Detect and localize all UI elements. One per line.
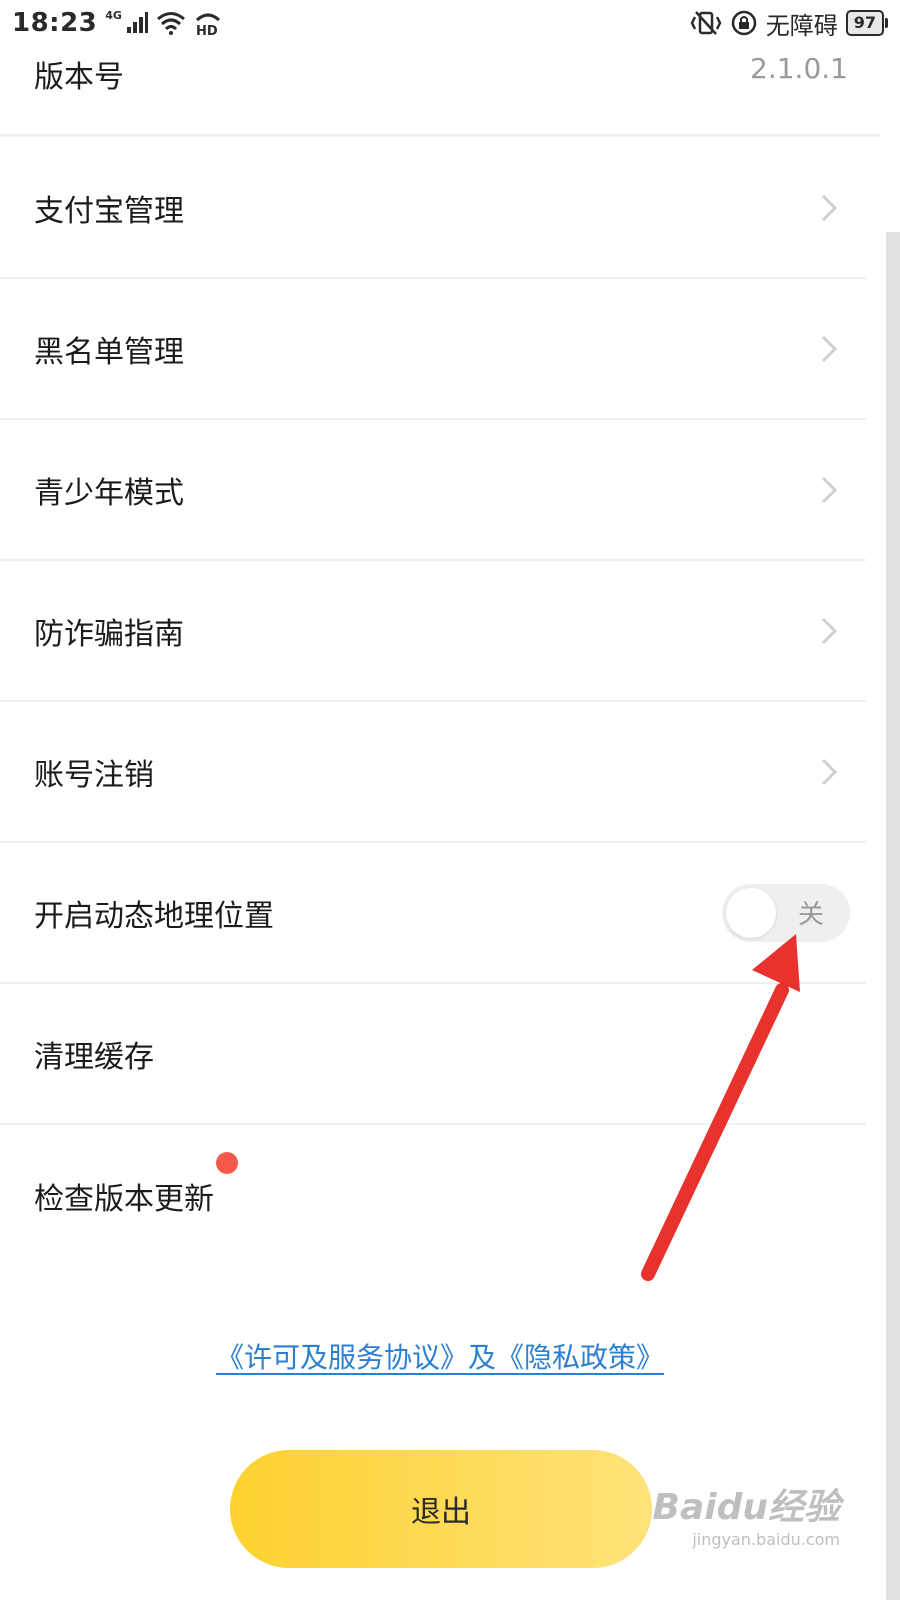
divider xyxy=(0,134,880,137)
setting-label: 账号注销 xyxy=(34,757,154,793)
setting-label: 检查版本更新 xyxy=(34,1181,214,1217)
setting-label: 清理缓存 xyxy=(34,1039,154,1075)
status-right: 无障碍 97 xyxy=(690,6,888,41)
toggle-knob xyxy=(726,887,776,938)
battery-icon: 97 xyxy=(845,10,888,36)
update-badge-dot xyxy=(216,1151,238,1174)
watermark-sub: jingyan.baidu.com xyxy=(692,1530,840,1549)
svg-text:HD: HD xyxy=(196,24,218,36)
battery-level: 97 xyxy=(845,10,884,36)
setting-label: 防诈骗指南 xyxy=(34,616,184,652)
version-label: 版本号 xyxy=(34,60,124,95)
status-bar: 18:23 4G HD 无障碍 97 xyxy=(0,0,900,46)
setting-dynamic-location: 开启动态地理位置 关 xyxy=(0,843,866,984)
hd-icon: HD xyxy=(194,10,222,36)
setting-label: 青少年模式 xyxy=(34,475,184,511)
status-left: 18:23 4G HD xyxy=(12,8,222,38)
lock-rotation-icon xyxy=(730,9,758,37)
setting-label: 黑名单管理 xyxy=(34,334,184,370)
settings-list: 支付宝管理 黑名单管理 青少年模式 防诈骗指南 账号注销 开启动态地理位置 关 xyxy=(0,138,866,1266)
setting-clear-cache[interactable]: 清理缓存 xyxy=(0,984,866,1125)
setting-label: 开启动态地理位置 xyxy=(34,898,274,934)
network-type: 4G xyxy=(105,8,122,22)
setting-blacklist-management[interactable]: 黑名单管理 xyxy=(0,279,866,420)
chevron-right-icon xyxy=(821,617,838,644)
signal-icon xyxy=(126,12,148,34)
toggle-state-label: 关 xyxy=(797,900,824,930)
version-value: 2.1.0.1 xyxy=(750,52,848,85)
version-row: 版本号 2.1.0.1 xyxy=(0,46,880,136)
setting-alipay-management[interactable]: 支付宝管理 xyxy=(0,138,866,279)
chevron-right-icon xyxy=(821,476,838,503)
status-time: 18:23 xyxy=(12,8,98,38)
watermark-main: Baidu经验 xyxy=(652,1487,840,1528)
chevron-right-icon xyxy=(821,758,838,785)
location-toggle[interactable]: 关 xyxy=(722,883,850,942)
chevron-right-icon xyxy=(821,335,838,362)
setting-youth-mode[interactable]: 青少年模式 xyxy=(0,420,866,561)
logout-button[interactable]: 退出 xyxy=(230,1450,652,1568)
setting-anti-fraud-guide[interactable]: 防诈骗指南 xyxy=(0,561,866,702)
setting-account-cancellation[interactable]: 账号注销 xyxy=(0,702,866,843)
baidu-watermark: Baidu经验 jingyan.baidu.com xyxy=(653,1478,840,1549)
agreement-link-text[interactable]: 《许可及服务协议》及《隐私政策》 xyxy=(216,1341,664,1374)
wifi-icon xyxy=(156,11,186,35)
accessibility-label: 无障碍 xyxy=(765,11,838,40)
settings-screen: 18:23 4G HD 无障碍 97 版本号 2.1.0.1 支付宝管理 黑名单… xyxy=(0,0,900,1600)
chevron-right-icon xyxy=(821,194,838,221)
setting-check-update[interactable]: 检查版本更新 xyxy=(0,1125,866,1266)
agreement-links[interactable]: 《许可及服务协议》及《隐私政策》 xyxy=(0,1336,880,1376)
setting-label: 支付宝管理 xyxy=(34,193,184,229)
vibrate-icon xyxy=(690,10,722,36)
scrollbar[interactable] xyxy=(886,232,900,1600)
